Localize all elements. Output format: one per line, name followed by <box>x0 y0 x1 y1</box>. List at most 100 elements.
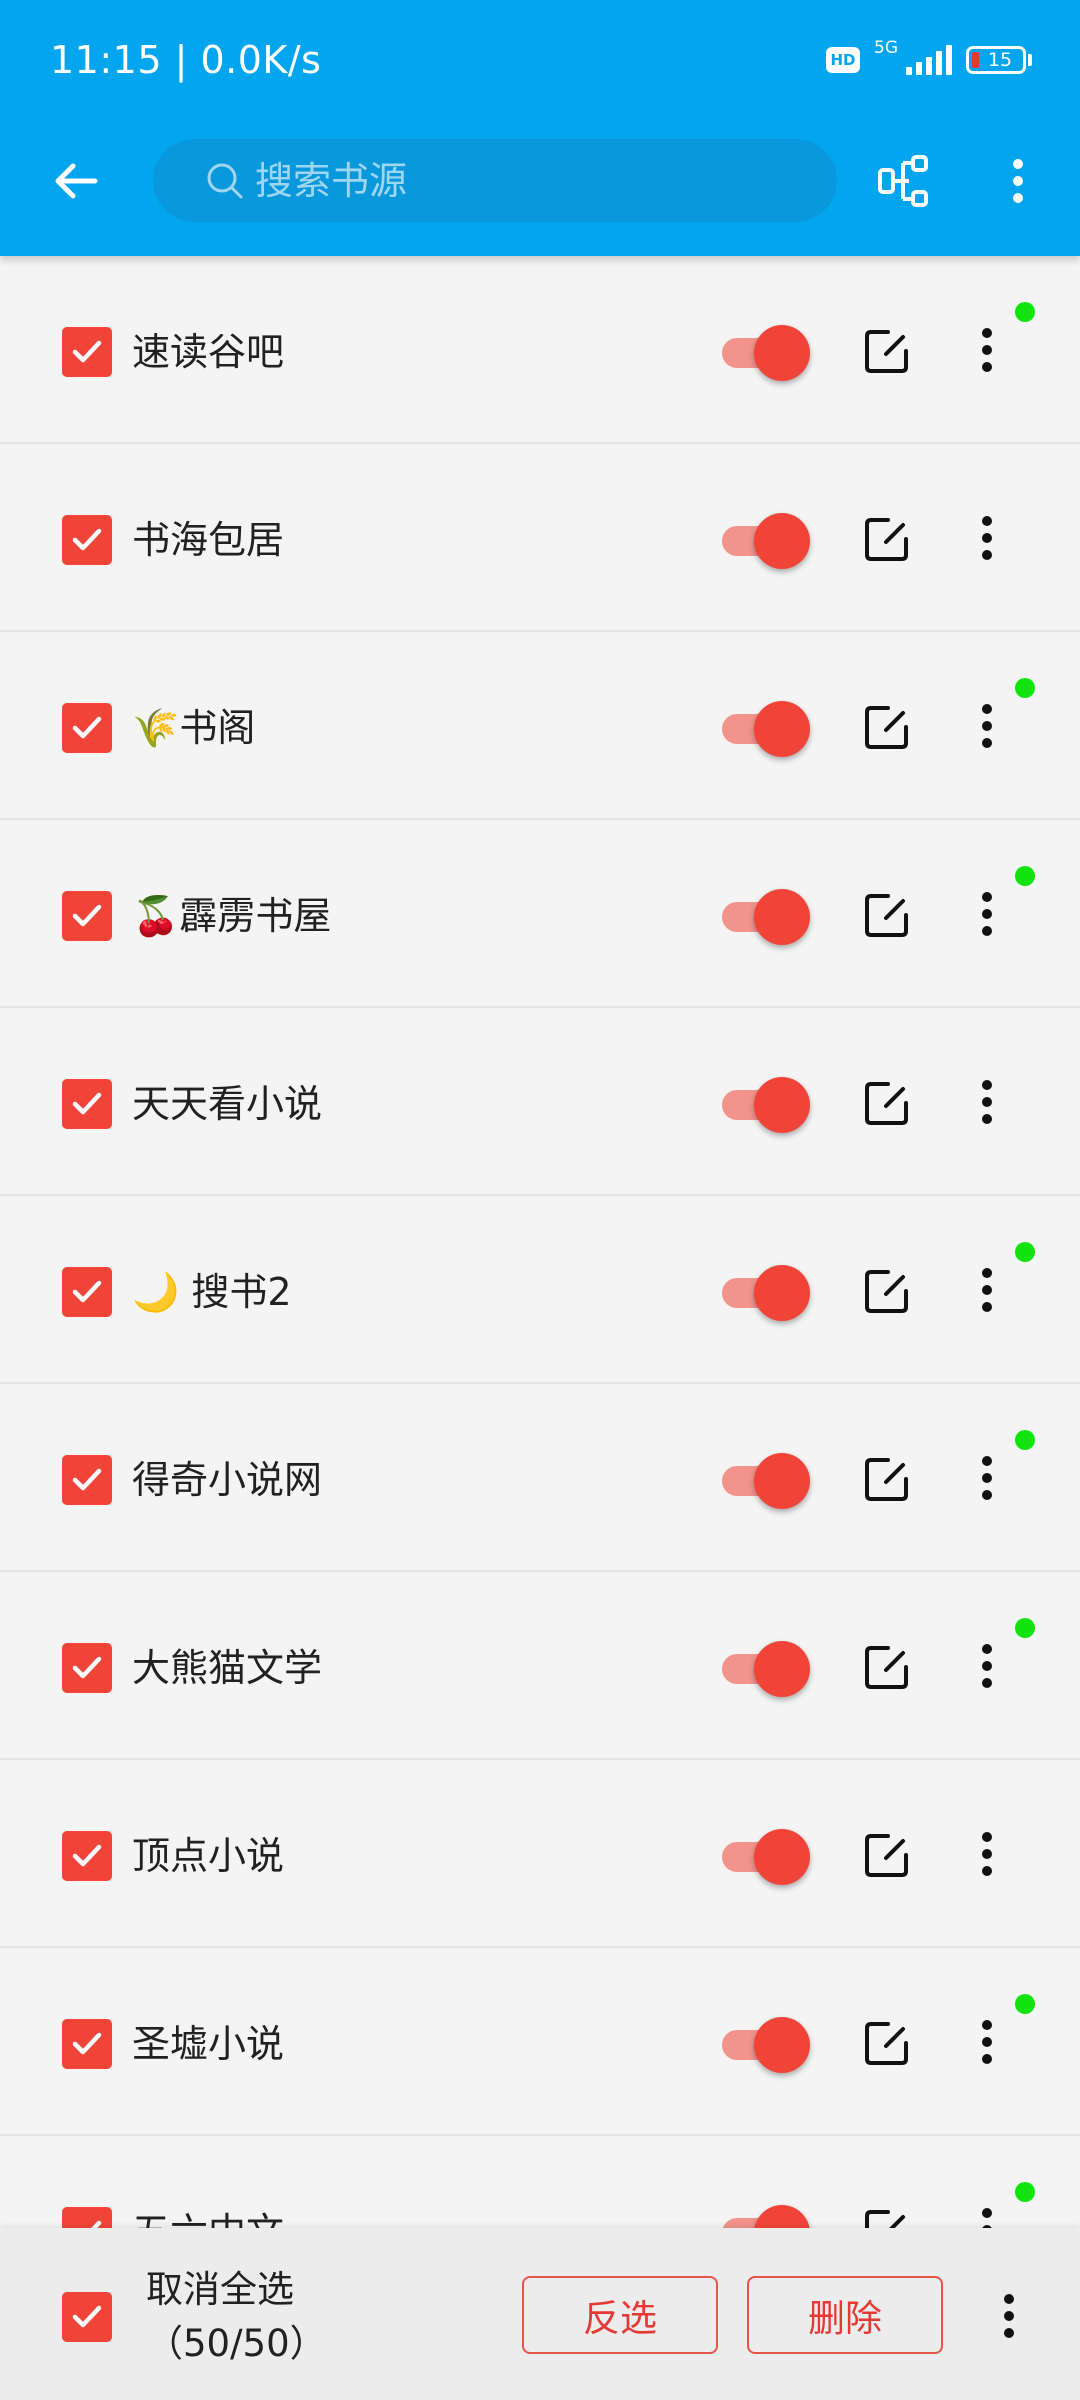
network-type-label: 5G <box>874 38 898 58</box>
enable-switch[interactable] <box>722 2202 814 2228</box>
source-row[interactable]: 大熊猫文学 <box>0 1572 1080 1760</box>
source-checkbox[interactable] <box>62 1455 112 1505</box>
source-checkbox[interactable] <box>62 2207 112 2228</box>
book-source-list[interactable]: 速读谷吧 书海包居 🌾书阁 🍒霹雳书屋 天天看小说 🌙 搜书2 得奇小说网 大熊… <box>0 256 1080 2228</box>
checkmark-icon <box>72 1844 102 1867</box>
more-dot <box>982 2208 992 2218</box>
hd-icon: HD <box>826 47 860 73</box>
overflow-menu-button[interactable] <box>990 146 1046 216</box>
row-more-button[interactable] <box>972 1072 1002 1132</box>
source-row[interactable]: 书海包居 <box>0 444 1080 632</box>
online-status-dot <box>1015 1618 1035 1638</box>
search-box[interactable] <box>153 139 837 222</box>
edit-icon <box>865 2210 905 2228</box>
edit-button[interactable] <box>862 1830 912 1880</box>
switch-thumb <box>754 1077 810 1133</box>
checkmark-icon <box>72 2032 102 2055</box>
source-row[interactable]: 🌙 搜书2 <box>0 1196 1080 1384</box>
checkmark-icon <box>72 1092 102 1115</box>
edit-button[interactable] <box>862 702 912 752</box>
source-row[interactable]: 🍒霹雳书屋 <box>0 820 1080 1008</box>
edit-button[interactable] <box>862 1266 912 1316</box>
back-button[interactable] <box>40 146 110 216</box>
enable-switch[interactable] <box>722 2014 814 2074</box>
edit-icon <box>865 1458 908 1501</box>
source-checkbox[interactable] <box>62 1643 112 1693</box>
source-name: 得奇小说网 <box>132 1458 323 1502</box>
row-more-button[interactable] <box>972 1260 1002 1320</box>
more-dot <box>982 704 992 714</box>
row-more-button[interactable] <box>972 508 1002 568</box>
enable-switch[interactable] <box>722 698 814 758</box>
edit-button[interactable] <box>862 1642 912 1692</box>
group-tree-icon <box>878 155 928 207</box>
group-button[interactable] <box>868 146 938 216</box>
source-row[interactable]: 圣墟小说 <box>0 1948 1080 2136</box>
delete-button[interactable]: 删除 <box>747 2276 943 2354</box>
source-row[interactable]: 五六中文 <box>0 2136 1080 2228</box>
battery-icon: 15 <box>966 46 1026 74</box>
enable-switch[interactable] <box>722 886 814 946</box>
search-icon <box>207 163 243 198</box>
battery-level: 15 <box>987 49 1013 71</box>
row-more-button[interactable] <box>972 696 1002 756</box>
row-more-button[interactable] <box>972 2200 1002 2228</box>
more-dot <box>982 738 992 748</box>
source-row[interactable]: 速读谷吧 <box>0 256 1080 444</box>
source-checkbox[interactable] <box>62 1831 112 1881</box>
select-all-checkbox[interactable] <box>62 2292 112 2342</box>
source-checkbox[interactable] <box>62 2019 112 2069</box>
source-checkbox[interactable] <box>62 515 112 565</box>
checkmark-icon <box>72 904 102 927</box>
more-dot <box>982 1285 992 1295</box>
source-name: 🍒霹雳书屋 <box>132 894 332 938</box>
switch-thumb <box>754 701 810 757</box>
enable-switch[interactable] <box>722 1262 814 1322</box>
bottom-more-button[interactable] <box>994 2286 1024 2346</box>
arrow-left-icon <box>55 163 98 199</box>
source-row[interactable]: 得奇小说网 <box>0 1384 1080 1572</box>
source-row[interactable]: 天天看小说 <box>0 1008 1080 1196</box>
edit-button[interactable] <box>862 326 912 376</box>
more-dot <box>982 328 992 338</box>
more-dot <box>982 721 992 731</box>
enable-switch[interactable] <box>722 1450 814 1510</box>
edit-button[interactable] <box>862 2018 912 2068</box>
enable-switch[interactable] <box>722 510 814 570</box>
row-more-button[interactable] <box>972 320 1002 380</box>
source-checkbox[interactable] <box>62 327 112 377</box>
edit-icon <box>865 1270 908 1313</box>
source-row[interactable]: 🌾书阁 <box>0 632 1080 820</box>
search-input[interactable] <box>253 157 797 204</box>
enable-switch[interactable] <box>722 322 814 382</box>
row-more-button[interactable] <box>972 1636 1002 1696</box>
edit-button[interactable] <box>862 1078 912 1128</box>
checkmark-icon <box>72 340 102 363</box>
edit-button[interactable] <box>862 1454 912 1504</box>
source-checkbox[interactable] <box>62 1079 112 1129</box>
row-more-button[interactable] <box>972 1824 1002 1884</box>
selection-count: （50/50） <box>146 2322 327 2365</box>
source-name: 速读谷吧 <box>132 330 285 374</box>
edit-button[interactable] <box>862 2206 912 2228</box>
edit-button[interactable] <box>862 514 912 564</box>
source-row[interactable]: 顶点小说 <box>0 1760 1080 1948</box>
more-dot <box>982 1678 992 1688</box>
enable-switch[interactable] <box>722 1638 814 1698</box>
row-more-button[interactable] <box>972 1448 1002 1508</box>
source-checkbox[interactable] <box>62 891 112 941</box>
enable-switch[interactable] <box>722 1074 814 1134</box>
online-status-dot <box>1015 678 1035 698</box>
enable-switch[interactable] <box>722 1826 814 1886</box>
edit-icon <box>865 330 908 373</box>
switch-thumb <box>754 325 810 381</box>
more-dot <box>982 516 992 526</box>
deselect-all-label[interactable]: 取消全选 <box>146 2264 294 2316</box>
row-more-button[interactable] <box>972 2012 1002 2072</box>
more-dot <box>982 1097 992 1107</box>
edit-button[interactable] <box>862 890 912 940</box>
row-more-button[interactable] <box>972 884 1002 944</box>
source-checkbox[interactable] <box>62 1267 112 1317</box>
invert-selection-button[interactable]: 反选 <box>522 2276 718 2354</box>
source-checkbox[interactable] <box>62 703 112 753</box>
